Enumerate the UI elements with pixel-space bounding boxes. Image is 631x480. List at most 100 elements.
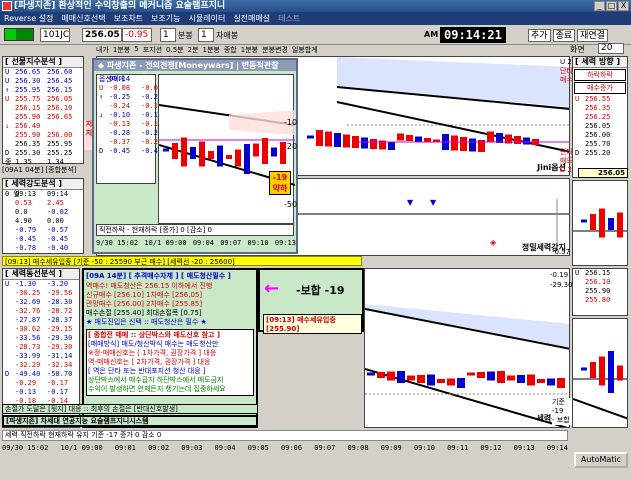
candle-bar (527, 374, 535, 386)
force-line-row: -32.29 -32.34 (3, 361, 79, 370)
menu-aux[interactable]: 보조기능 (151, 13, 180, 24)
status-light-icon (4, 28, 34, 41)
force-line-cell: -50.70 (47, 370, 73, 378)
menu-signal[interactable]: 매매신호선택 (61, 13, 105, 24)
time-tick-1: 10/1 09:00 (60, 444, 103, 452)
strength-panel: [ 세력강도분석 ] 0 일09:13 09:14 0.53 2.45 0.0 -0.02… (2, 178, 84, 254)
ja-input[interactable]: 1 (198, 28, 214, 42)
candle-bar (307, 135, 314, 139)
strength-cell: -0.02 (47, 208, 69, 216)
force-direction-cell: 256.55 (585, 95, 611, 103)
futures-index-cell: ↓ (5, 122, 10, 130)
force-direction-panel: [ 세력 방향 ] 하락하락 매수증가 U 256.55 256.35 256.25 2… (572, 56, 628, 178)
moneywars-popup[interactable]: ◆ 파생지존 - 전의전쟁[Moneywars] | 변동적관찰[Starwar… (92, 58, 298, 254)
time-tick-2: 09:01 (114, 444, 136, 452)
popup-time-2: 09:04 (192, 239, 214, 247)
right-bottom-tags: 기준 -19 - 보합 (552, 398, 572, 425)
strategy-line-1: 신규매수 [256.10] 1차매수 [256.05] (86, 291, 203, 299)
candle-bar (608, 351, 614, 393)
right-bottom-tag-1: -19 (552, 407, 564, 415)
subtab-4[interactable]: 0.5분 (166, 45, 184, 55)
force-direction-row: 256.00 (573, 131, 627, 140)
time-tick-15: 09:14 (546, 444, 568, 452)
candle-bar (417, 375, 425, 383)
candle-bar (514, 136, 521, 144)
minimize-button[interactable]: _ (594, 1, 605, 11)
force-line-row: -33.56 -29.30 (3, 334, 79, 343)
futures-index-cell: 255.95 (47, 140, 73, 148)
popup-option-row: -0.24 -0.15 (97, 102, 162, 111)
strength-cell: 0.0 (15, 208, 28, 216)
subtab-1[interactable]: 1분봉 (113, 45, 130, 55)
futures-index-panel: [ 선물지수분석 ] U 256.65 256.60 U 256.30 256.45 ↑ 25… (2, 56, 84, 166)
force-line-cell: -28.30 (47, 298, 73, 306)
candle-bar (590, 214, 596, 230)
force-direction-cell: 256.25 (585, 113, 611, 121)
strength-rows: 0 일09:13 09:14 0.53 2.45 0.0 -0.02 4.90 0.00 -0.… (3, 190, 83, 253)
force-direction-cell: 255.20 (585, 149, 611, 157)
time-row: [09A1 04분] [종합분석] (2, 166, 77, 174)
popup-option-row: -0.37 -0.22 (97, 138, 162, 147)
subtab-10[interactable]: 일봉합계 (292, 45, 318, 55)
candle-bar (253, 143, 259, 157)
strength-row: -0.79 -0.57 (3, 226, 83, 235)
candle-bar (460, 137, 467, 151)
force-line-row: -27.87 -28.37 (3, 316, 79, 325)
force-line-cell: -0.17 (47, 379, 69, 387)
menu-simulator[interactable]: 시뮬레이터 (189, 13, 226, 24)
force-line-cell: -29.15 (47, 325, 73, 333)
popup-option-cell: U (99, 84, 104, 92)
system-footer: [파생지존] 차세대 연공지능 요술램프지니시스템 (2, 415, 258, 427)
strategy-line-3: 매수손절 [255.40] 최대손절폭 [0.75] (86, 309, 202, 317)
strategy-box-line-4: 상단박스에서 매수급지 하단박스에서 매도금지 (88, 376, 224, 384)
menu-live[interactable]: 실전매매설 (233, 13, 270, 24)
futures-index-cell: 256.65 (47, 113, 73, 121)
candle-bar (370, 139, 377, 149)
futures-index-row: 256.15 256.10 (3, 104, 83, 113)
subtab-7[interactable]: 종합 (224, 45, 237, 55)
right-mini-chart (572, 180, 628, 266)
menu-subchart[interactable]: 보조차트 (114, 13, 143, 24)
force-line-cell: -32.69 (15, 298, 41, 306)
close-button[interactable]: X (618, 1, 629, 11)
code-input[interactable]: 101JC (40, 28, 70, 42)
strategy-box-title: [ 종합전 매매 :: 상단박스와 매도신호 참고 ] (88, 331, 221, 339)
automatic-button[interactable]: AutoMatic (574, 452, 628, 468)
strength-cell: -0.57 (47, 226, 69, 234)
maximize-button[interactable]: □ (606, 1, 617, 11)
bun-input[interactable]: 1 (160, 28, 176, 42)
ja-label: 자애봉 (216, 31, 239, 40)
subtab-9[interactable]: 분봉변경 (262, 45, 288, 55)
candle-bar (406, 135, 413, 141)
right-bottom-rows: U 256.15 256.10 255.90 255.80 (573, 269, 627, 305)
signal-box: ← -보합 -19 [09:13] 매수세유입중 [255.90] (258, 268, 364, 334)
force-direction-header: [ 세력 방향 ] (573, 57, 627, 68)
flow-status-strip: [09:13] 매수세유입중 [기준 -50 : 25590 부근 매수] [세… (2, 256, 362, 266)
svg-text:▼: ▼ (407, 198, 414, 207)
signal-arrow-icon: ← (264, 278, 280, 299)
stoploss-footer: 손절가 도달은 [뒷지] 대응 :: 최후의 손절은 [반대신호발생] (2, 404, 258, 414)
zoom-input[interactable]: 20 (598, 43, 624, 54)
subtab-3[interactable]: 포지션 (143, 45, 162, 55)
popup-option-cell: -0.24 (109, 102, 131, 110)
reconnect-button[interactable]: 재연결 (577, 29, 608, 42)
subtab-5[interactable]: 2분 (188, 45, 199, 55)
force-line-row: -30.62 -29.15 (3, 325, 79, 334)
candle-bar (497, 371, 505, 383)
svg-text:▼: ▼ (430, 198, 437, 207)
menu-bar: Reverse 설정 매매신호선택 보조차트 보조기능 시뮬레이터 실전매매설 … (0, 12, 631, 25)
menu-test[interactable]: 테스트 (278, 13, 300, 24)
add-button[interactable]: 추가 (528, 29, 551, 42)
futures-index-cell: 255.75 (15, 95, 41, 103)
strategy-head: [09A 14분] [ 추격매수자제 ] [ 매도청산필수 ] (86, 272, 231, 280)
subtab-0[interactable]: 내가 (96, 45, 109, 55)
strength-cell: 4.90 (15, 217, 32, 225)
force-line-cell: U (5, 280, 10, 288)
subtab-6[interactable]: 1분봉 (203, 45, 220, 55)
candle-bar (617, 212, 623, 238)
menu-reverse[interactable]: Reverse 설정 (4, 13, 53, 24)
subtab-2[interactable]: 5 (134, 45, 138, 55)
candle-bar (469, 138, 476, 152)
exit-button[interactable]: 종료 (552, 29, 576, 42)
subtab-8[interactable]: 1분봉 (241, 45, 258, 55)
